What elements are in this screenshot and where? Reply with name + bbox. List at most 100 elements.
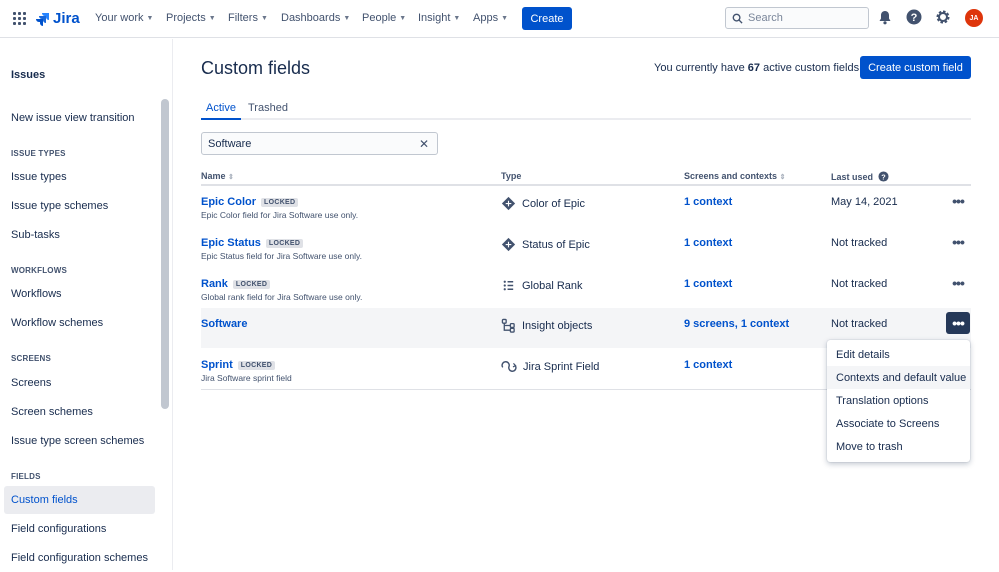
- tab-active[interactable]: Active: [206, 102, 236, 114]
- sidebar-heading-issue-types: ISSUE TYPES: [11, 149, 66, 158]
- active-fields-summary: You currently have 67 active custom fiel…: [654, 62, 859, 74]
- user-avatar[interactable]: JA: [965, 9, 983, 27]
- contexts-link[interactable]: 1 context: [684, 196, 732, 208]
- table-row: Epic Color LOCKED Epic Color field for Ji…: [201, 186, 971, 226]
- sidebar-item-screen-schemes[interactable]: Screen schemes: [4, 398, 155, 426]
- svg-text:?: ?: [911, 12, 918, 24]
- column-header-name[interactable]: Name ⇕: [201, 171, 234, 181]
- nav-label: Apps: [473, 12, 499, 24]
- field-name-link[interactable]: Epic Status LOCKED: [201, 237, 304, 249]
- epic-diamond-icon: [501, 196, 516, 211]
- menu-item-contexts-default-value[interactable]: Contexts and default value: [827, 366, 970, 389]
- chevron-down-icon: ▼: [501, 14, 509, 22]
- page-title: Custom fields: [201, 58, 311, 78]
- field-type: Jira Sprint Field: [501, 359, 599, 374]
- nav-label: Filters: [228, 12, 258, 24]
- nav-label: People: [362, 12, 397, 24]
- sidebar-item-screens[interactable]: Screens: [4, 369, 155, 397]
- field-type: Status of Epic: [501, 237, 590, 252]
- filter-value: Software: [208, 137, 252, 150]
- notifications-icon[interactable]: [877, 9, 893, 25]
- nav-label: Projects: [166, 12, 206, 24]
- contexts-link[interactable]: 1 context: [684, 237, 732, 249]
- field-filter-input[interactable]: Software ✕: [201, 132, 438, 155]
- sidebar-item-workflow-schemes[interactable]: Workflow schemes: [4, 309, 155, 337]
- last-used-value: Not tracked: [831, 237, 888, 249]
- active-tab-indicator: [201, 118, 241, 120]
- clear-filter-icon[interactable]: ✕: [419, 137, 429, 151]
- search-input[interactable]: Search: [725, 7, 869, 29]
- more-actions-button[interactable]: •••: [946, 190, 970, 212]
- field-name: Sprint: [201, 359, 233, 371]
- jira-logo[interactable]: Jira: [35, 10, 80, 27]
- ranked-list-icon: [503, 280, 514, 291]
- menu-item-edit-details[interactable]: Edit details: [827, 343, 970, 366]
- svg-text:?: ?: [881, 172, 886, 181]
- help-icon[interactable]: ?: [906, 9, 922, 25]
- field-actions-menu: Edit details Contexts and default value …: [827, 340, 970, 462]
- settings-gear-icon[interactable]: [935, 9, 951, 25]
- epic-diamond-icon: [501, 237, 516, 252]
- sidebar-item-new-issue-view-transition[interactable]: New issue view transition: [4, 104, 155, 132]
- nav-apps[interactable]: Apps ▼: [473, 12, 508, 24]
- nav-people[interactable]: People ▼: [362, 12, 406, 24]
- nav-label: Insight: [418, 12, 451, 24]
- sidebar-item-issue-types[interactable]: Issue types: [4, 163, 155, 191]
- sort-icon: ⇕: [228, 174, 234, 181]
- nav-filters[interactable]: Filters ▼: [228, 12, 268, 24]
- summary-count: 67: [747, 62, 761, 74]
- create-button[interactable]: Create: [522, 7, 572, 30]
- sidebar-item-workflows[interactable]: Workflows: [4, 280, 155, 308]
- nav-label: Your work: [95, 12, 144, 24]
- menu-item-associate-to-screens[interactable]: Associate to Screens: [827, 412, 970, 435]
- create-custom-field-button[interactable]: Create custom field: [860, 56, 971, 79]
- field-type-label: Global Rank: [522, 279, 583, 292]
- field-type-label: Insight objects: [522, 319, 593, 332]
- locked-badge: LOCKED: [261, 197, 299, 207]
- menu-item-translation-options[interactable]: Translation options: [827, 389, 970, 412]
- contexts-link[interactable]: 9 screens, 1 context: [684, 318, 789, 330]
- field-description: Global rank field for Jira Software use …: [201, 292, 363, 302]
- field-description: Epic Color field for Jira Software use o…: [201, 210, 359, 220]
- chevron-down-icon: ▼: [399, 14, 407, 22]
- field-name: Rank: [201, 278, 228, 290]
- sidebar-item-field-configurations[interactable]: Field configurations: [4, 515, 155, 543]
- field-type: Global Rank: [501, 278, 583, 293]
- nav-your-work[interactable]: Your work ▼: [95, 12, 153, 24]
- top-navigation: Jira Your work ▼ Projects ▼ Filters ▼ Dashb…: [0, 0, 999, 38]
- help-icon[interactable]: ?: [878, 171, 889, 182]
- nav-dashboards[interactable]: Dashboards ▼: [281, 12, 350, 24]
- sprint-cycle-icon: [501, 361, 517, 372]
- sidebar-item-custom-fields[interactable]: Custom fields: [4, 486, 155, 514]
- field-type-label: Jira Sprint Field: [523, 360, 600, 373]
- more-actions-button[interactable]: •••: [946, 272, 970, 294]
- locked-badge: LOCKED: [237, 360, 276, 370]
- field-name-link[interactable]: Rank LOCKED: [201, 278, 271, 290]
- sidebar-scrollbar[interactable]: [161, 99, 169, 409]
- sort-icon: ⇕: [779, 174, 786, 181]
- last-used-value: Not tracked: [831, 278, 888, 290]
- contexts-link[interactable]: 1 context: [684, 278, 732, 290]
- more-actions-button[interactable]: •••: [946, 312, 970, 334]
- field-name-link[interactable]: Software: [201, 318, 247, 330]
- column-label: Last used: [831, 171, 874, 182]
- sidebar-item-field-configuration-schemes[interactable]: Field configuration schemes: [4, 544, 155, 572]
- nav-insight[interactable]: Insight ▼: [418, 12, 460, 24]
- app-switcher-icon[interactable]: [13, 12, 26, 25]
- more-actions-button[interactable]: •••: [946, 231, 970, 253]
- field-name-link[interactable]: Sprint LOCKED: [201, 359, 276, 371]
- nav-projects[interactable]: Projects ▼: [166, 12, 216, 24]
- sidebar-heading-workflows: WORKFLOWS: [11, 266, 68, 275]
- sidebar-heading-fields: FIELDS: [11, 472, 41, 481]
- tab-trashed[interactable]: Trashed: [248, 102, 288, 114]
- contexts-link[interactable]: 1 context: [684, 359, 732, 371]
- menu-item-move-to-trash[interactable]: Move to trash: [827, 435, 970, 458]
- field-name-link[interactable]: Epic Color LOCKED: [201, 196, 299, 208]
- sidebar-item-issue-type-schemes[interactable]: Issue type schemes: [4, 192, 155, 220]
- sidebar-item-issue-type-screen-schemes[interactable]: Issue type screen schemes: [4, 427, 155, 455]
- sidebar-item-sub-tasks[interactable]: Sub-tasks: [4, 221, 155, 249]
- field-name: Epic Color: [201, 196, 257, 208]
- column-header-last-used: Last used ?: [831, 171, 889, 182]
- field-type-label: Status of Epic: [522, 238, 590, 251]
- column-header-screens[interactable]: Screens and contexts ⇕: [684, 171, 785, 181]
